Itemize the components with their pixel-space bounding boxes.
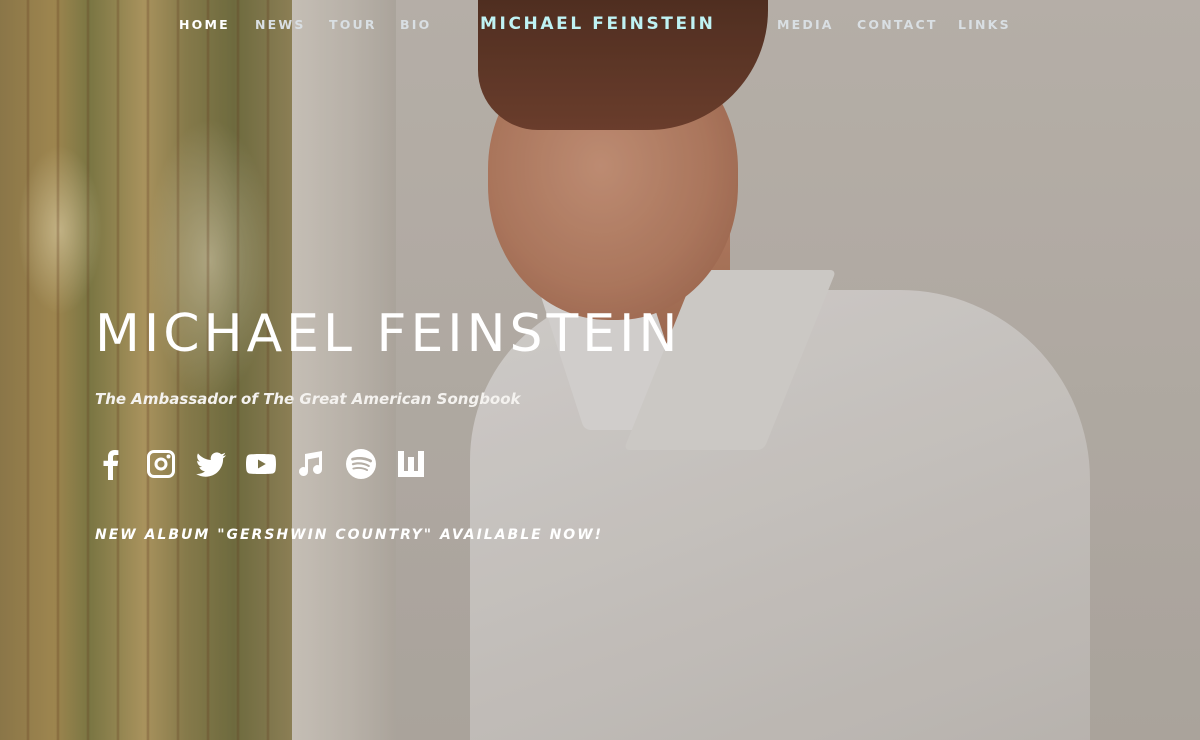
- nav-tour[interactable]: TOUR: [329, 17, 377, 32]
- hero-tagline: The Ambassador of The Great American Son…: [95, 390, 521, 408]
- facebook-icon[interactable]: [95, 448, 127, 480]
- nav-media[interactable]: MEDIA: [777, 17, 834, 32]
- nav-bio[interactable]: BIO: [400, 17, 431, 32]
- top-navigation: HOME NEWS TOUR BIO MICHAEL FEINSTEIN MED…: [0, 0, 1200, 50]
- apple-music-icon[interactable]: [295, 448, 327, 480]
- spotify-icon[interactable]: [345, 448, 377, 480]
- nav-contact[interactable]: CONTACT: [857, 17, 938, 32]
- photo-overlay: [0, 0, 1200, 740]
- nav-home[interactable]: HOME: [179, 17, 230, 32]
- nav-news[interactable]: NEWS: [255, 17, 306, 32]
- bandsintown-icon[interactable]: [395, 448, 427, 480]
- social-links: [95, 448, 427, 480]
- site-brand-link[interactable]: MICHAEL FEINSTEIN: [480, 14, 715, 34]
- twitter-icon[interactable]: [195, 448, 227, 480]
- youtube-icon[interactable]: [245, 448, 277, 480]
- nav-links[interactable]: LINKS: [958, 17, 1011, 32]
- hero-background-photo: [0, 0, 1200, 740]
- instagram-icon[interactable]: [145, 448, 177, 480]
- album-announcement-link[interactable]: NEW ALBUM "GERSHWIN COUNTRY" AVAILABLE N…: [95, 527, 603, 543]
- hero-title: MICHAEL FEINSTEIN: [95, 304, 682, 364]
